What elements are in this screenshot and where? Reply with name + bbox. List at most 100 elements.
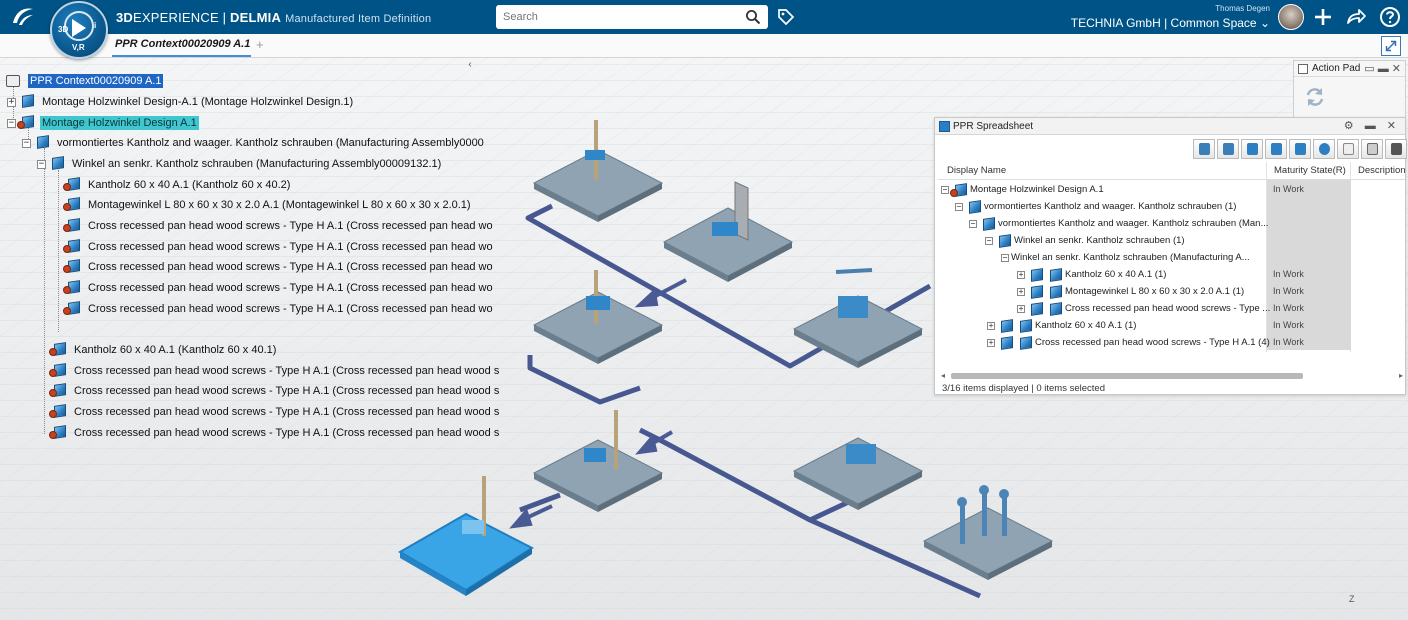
product-icon — [1046, 267, 1062, 282]
spreadsheet-row[interactable]: − Montage Holzwinkel Design A.1 — [941, 181, 1104, 198]
panel-controls[interactable]: ⚙ ▬ ✕ — [1344, 119, 1400, 132]
search-input[interactable] — [496, 5, 736, 29]
spreadsheet-row[interactable]: + Kantholz 60 x 40 A.1 (1) — [987, 317, 1136, 334]
expand-icon[interactable]: + — [7, 97, 16, 107]
tree-row-label: Cross recessed pan head wood screws - Ty… — [74, 406, 500, 418]
add-button[interactable] — [1265, 139, 1287, 159]
spreadsheet-row[interactable]: + Montagewinkel L 80 x 60 x 30 x 2.0 A.1… — [1017, 283, 1244, 300]
tree-row-label: Cross recessed pan head wood screws - Ty… — [88, 241, 493, 253]
tree-row[interactable]: Cross recessed pan head wood screws - Ty… — [49, 382, 501, 400]
part-icon — [1027, 284, 1043, 299]
spreadsheet-row[interactable]: + Cross recessed pan head wood screws - … — [987, 334, 1270, 351]
search-icon[interactable] — [745, 9, 761, 25]
tag-icon[interactable] — [776, 7, 796, 27]
spreadsheet-row[interactable]: − Winkel an senkr. Kantholz schrauben (1… — [985, 232, 1185, 249]
collapse-icon[interactable]: − — [969, 219, 977, 228]
tree-row[interactable]: + Montage Holzwinkel Design-A.1 (Montage… — [7, 93, 355, 111]
spreadsheet-row[interactable]: − Winkel an senkr. Kantholz schrauben (M… — [1001, 249, 1250, 266]
tree-row[interactable]: Cross recessed pan head wood screws - Ty… — [49, 424, 501, 442]
tenant-selector[interactable]: TECHNIA GmbH | Common Space ⌄ — [1071, 16, 1270, 30]
help-icon[interactable] — [1379, 6, 1401, 28]
column-header-description[interactable]: Description — [1358, 165, 1406, 176]
tab-ppr-context[interactable]: PPR Context00020909 A.1 — [115, 38, 250, 50]
plus-icon[interactable] — [1312, 6, 1334, 28]
tree-row[interactable]: Montagewinkel L 80 x 60 x 30 x 2.0 A.1 (… — [63, 196, 473, 214]
export-button[interactable] — [1361, 139, 1383, 159]
tree-row-label: Montagewinkel L 80 x 60 x 30 x 2.0 A.1 (… — [88, 199, 471, 211]
column-header-maturity[interactable]: Maturity State(R) — [1274, 165, 1346, 176]
settings-button[interactable] — [1313, 139, 1335, 159]
brand-app: DELMIA — [230, 10, 282, 25]
part-icon — [63, 239, 82, 255]
row-maturity: In Work — [1273, 303, 1304, 313]
document-button[interactable] — [1337, 139, 1359, 159]
scrollbar-thumb[interactable] — [951, 373, 1303, 379]
tree-row[interactable]: Kantholz 60 x 40 A.1 (Kantholz 60 x 40.1… — [49, 341, 278, 359]
collapse-icon[interactable]: − — [22, 138, 31, 148]
collapse-icon[interactable]: − — [37, 159, 46, 169]
tree-row-label: Montage Holzwinkel Design-A.1 (Montage H… — [42, 96, 354, 108]
tree-row-root[interactable]: PPR Context00020909 A.1 — [6, 72, 164, 90]
filter-button[interactable] — [1193, 139, 1215, 159]
spreadsheet-header[interactable]: PPR Spreadsheet ⚙ ▬ ✕ — [935, 118, 1405, 135]
minimize-view-icon[interactable] — [1381, 36, 1401, 56]
refresh-icon[interactable] — [1303, 85, 1327, 109]
tree-row[interactable]: Cross recessed pan head wood screws - Ty… — [63, 217, 495, 235]
tree-row[interactable]: Cross recessed pan head wood screws - Ty… — [63, 258, 495, 276]
spreadsheet-icon — [939, 121, 950, 132]
3ds-logo-icon[interactable] — [10, 5, 36, 29]
add-tab-button[interactable]: + — [256, 37, 264, 52]
part-icon — [49, 404, 68, 420]
expand-icon[interactable]: + — [1017, 270, 1025, 279]
row-maturity: In Work — [1273, 286, 1304, 296]
collapse-icon[interactable]: − — [941, 185, 949, 194]
tree-row[interactable]: − Winkel an senkr. Kantholz schrauben (M… — [37, 155, 443, 173]
row-label: Kantholz 60 x 40 A.1 (1) — [1065, 269, 1167, 280]
compass-widget[interactable]: 3D i V,R — [50, 1, 108, 59]
spreadsheet-row[interactable]: + Cross recessed pan head wood screws - … — [1017, 300, 1270, 317]
expand-icon[interactable]: + — [987, 338, 995, 347]
tree-collapse-button[interactable]: ‹ — [464, 59, 476, 71]
column-header-display-name[interactable]: Display Name — [947, 165, 1006, 176]
tree-row-selected[interactable]: − Montage Holzwinkel Design A.1 — [7, 114, 199, 132]
share-icon[interactable] — [1345, 6, 1367, 28]
search-box[interactable] — [496, 5, 768, 29]
tenant-label: TECHNIA GmbH | Common Space — [1070, 16, 1257, 30]
product-button[interactable] — [1241, 139, 1263, 159]
status-text: 3/16 items displayed | 0 items selected — [942, 383, 1105, 394]
sync-button[interactable] — [1289, 139, 1311, 159]
row-label: Cross recessed pan head wood screws - Ty… — [1065, 303, 1271, 314]
tree-row[interactable]: Cross recessed pan head wood screws - Ty… — [49, 362, 501, 380]
part-icon — [49, 363, 68, 379]
tree-row[interactable]: Cross recessed pan head wood screws - Ty… — [63, 238, 495, 256]
spreadsheet-row[interactable]: − vormontiertes Kantholz and waager. Kan… — [969, 215, 1268, 232]
action-pad-header[interactable]: Action Pad ▭ ▬ ✕ — [1294, 61, 1405, 77]
tree-row[interactable]: Cross recessed pan head wood screws - Ty… — [49, 403, 501, 421]
columns-button[interactable] — [1217, 139, 1239, 159]
collapse-icon[interactable]: − — [7, 118, 16, 128]
spreadsheet-row[interactable]: + Kantholz 60 x 40 A.1 (1) — [1017, 266, 1166, 283]
expand-icon[interactable]: + — [1017, 304, 1025, 313]
product-icon — [1016, 335, 1032, 350]
panel-controls[interactable]: ▭ ▬ ✕ — [1364, 61, 1401, 77]
expand-icon[interactable]: + — [987, 321, 995, 330]
avatar[interactable] — [1278, 4, 1304, 30]
row-label: Winkel an senkr. Kantholz schrauben (1) — [1014, 235, 1185, 246]
tree-row[interactable]: − vormontiertes Kantholz and waager. Kan… — [22, 134, 486, 152]
mfg-assembly-icon — [979, 216, 995, 231]
menu-button[interactable] — [1385, 139, 1407, 159]
tree-row[interactable]: Cross recessed pan head wood screws - Ty… — [63, 300, 495, 318]
expand-icon[interactable]: + — [1017, 287, 1025, 296]
collapse-icon[interactable]: − — [1001, 253, 1009, 262]
tree-row[interactable]: Cross recessed pan head wood screws - Ty… — [63, 279, 495, 297]
tree-row[interactable]: Kantholz 60 x 40 A.1 (Kantholz 60 x 40.2… — [63, 176, 292, 194]
horizontal-scrollbar[interactable]: ◂ ▸ — [941, 371, 1403, 381]
collapse-icon[interactable]: − — [985, 236, 993, 245]
compass-right-label: i — [94, 21, 97, 30]
tree-row-label: Winkel an senkr. Kantholz schrauben (Man… — [72, 158, 442, 170]
collapse-icon[interactable]: − — [955, 202, 963, 211]
spreadsheet-row[interactable]: − vormontiertes Kantholz and waager. Kan… — [955, 198, 1236, 215]
brand-bold: 3D — [116, 10, 134, 25]
column-headers: Display Name Maturity State(R) Descripti… — [938, 162, 1406, 180]
part-icon — [63, 197, 82, 213]
